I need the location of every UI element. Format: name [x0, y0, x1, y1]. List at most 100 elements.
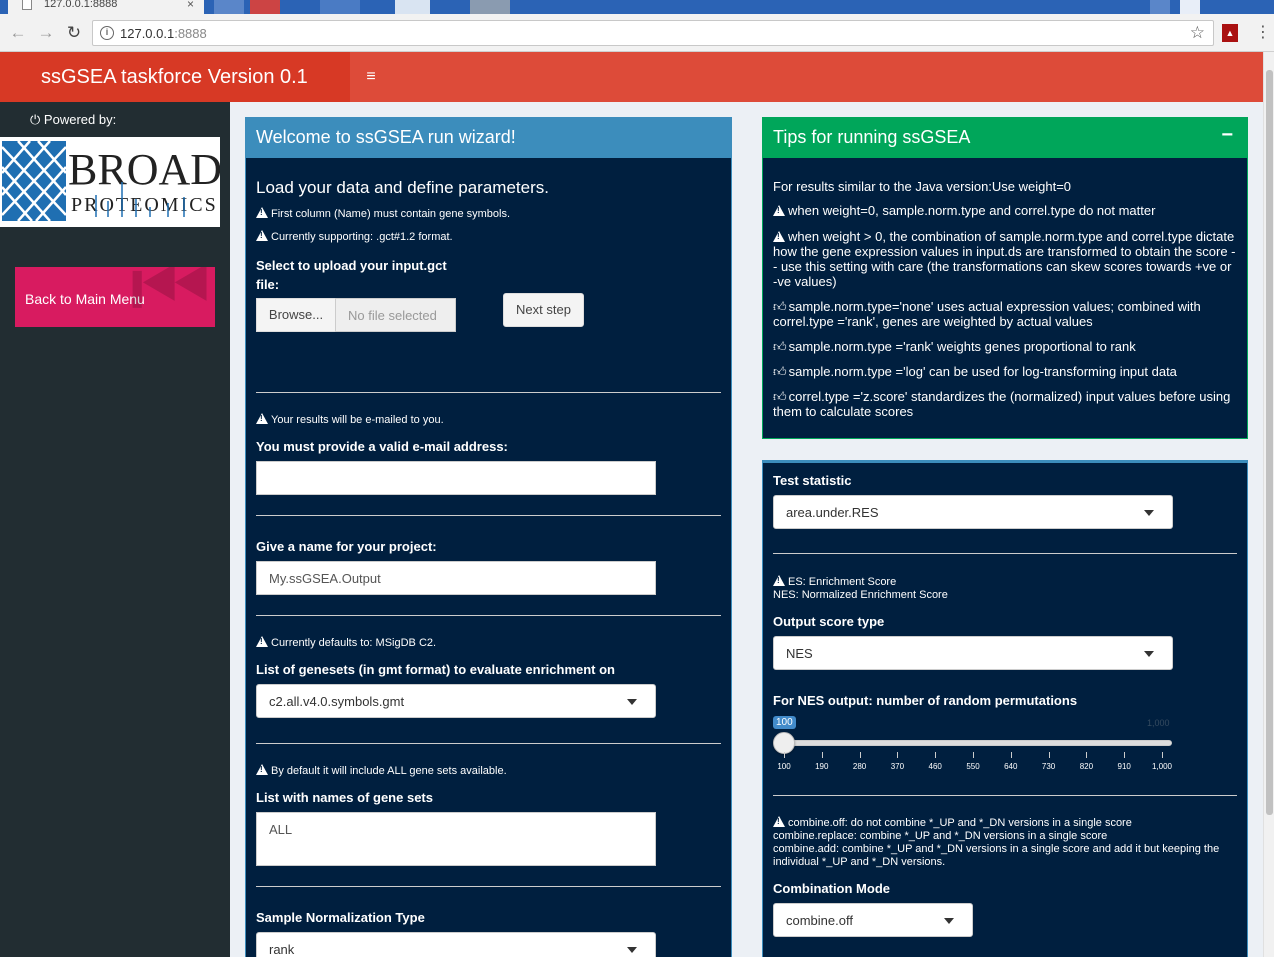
power-icon: ⏻: [30, 112, 41, 127]
combination-mode-select[interactable]: combine.off: [773, 903, 973, 937]
slider-tick-label: 190: [815, 762, 829, 771]
warning-icon: [773, 205, 785, 216]
tip-norm-log: 👍︎ sample.norm.type ='log' can be used fo…: [773, 364, 1177, 379]
svg-text:BROAD: BROAD: [68, 145, 220, 194]
forward-arrow-icon[interactable]: →: [36, 23, 56, 43]
divider: [256, 886, 721, 887]
slider-tick-mark: [897, 752, 899, 758]
slider-tick-label: 1,000: [1151, 762, 1173, 771]
warning-icon: [773, 575, 785, 586]
address-bar[interactable]: i 127.0.0.1:8888 ☆: [92, 20, 1214, 46]
output-score-label: Output score type: [773, 614, 885, 629]
warning-icon: [256, 764, 268, 775]
desktop-icon: [250, 0, 280, 14]
desktop-icon: [320, 0, 360, 14]
slider-tick-mark: [973, 752, 974, 758]
warning-icon: [773, 231, 785, 242]
file-name-field: No file selected: [335, 298, 456, 332]
powered-by: ⏻ Powered by:: [30, 112, 117, 127]
slider-tick-label: 640: [1004, 762, 1018, 771]
test-statistic-select[interactable]: area.under.RES: [773, 495, 1173, 529]
page-scrollbar[interactable]: [1263, 52, 1274, 957]
slider-max-label: 1,000: [1147, 718, 1170, 728]
tab-close-icon[interactable]: ×: [187, 0, 194, 11]
back-arrow-icon[interactable]: ←: [8, 23, 28, 43]
warning-icon: [256, 230, 268, 241]
note-email: Your results will be e-mailed to you.: [256, 413, 444, 426]
thumbs-up-icon: 👍︎: [773, 339, 787, 354]
collapse-icon[interactable]: −: [1221, 124, 1233, 147]
tips-box: Tips for running ssGSEA − For results si…: [762, 117, 1248, 439]
slider-tick-label: 730: [1041, 762, 1056, 771]
gene-set-names-textarea[interactable]: ALL: [256, 812, 656, 866]
browser-tabstrip: 127.0.0.1:8888 ×: [0, 0, 1274, 14]
slider-value-label: 100: [773, 716, 796, 729]
slider-tick-label: 460: [928, 762, 942, 771]
es-note: ES: Enrichment ScoreNES: Normalized Enri…: [773, 575, 948, 602]
window-control-icon[interactable]: [1150, 0, 1170, 14]
app-title: ssGSEA taskforce Version 0.1: [0, 52, 350, 102]
genesets-label: List of genesets (in gmt format) to eval…: [256, 662, 615, 677]
normalization-select[interactable]: rank: [256, 932, 656, 957]
tip-norm-none: 👍︎ sample.norm.type='none' uses actual ex…: [773, 299, 1201, 329]
warning-icon: [256, 636, 268, 647]
note-defaults: Currently defaults to: MSigDB C2.: [256, 636, 436, 649]
page-icon: [22, 0, 32, 10]
tips-header: Tips for running ssGSEA −: [763, 118, 1247, 158]
slider-tick-mark: [859, 752, 861, 758]
tip-java: For results similar to the Java version:…: [773, 179, 1072, 194]
chevron-down-icon: [944, 918, 954, 924]
sidebar: ⏻ Powered by: BROAD PROTEOMICS Back to M…: [0, 102, 230, 957]
browser-menu-icon[interactable]: ⋮: [1255, 23, 1271, 43]
browser-tab[interactable]: 127.0.0.1:8888 ×: [8, 0, 204, 14]
window-control-icon[interactable]: [1180, 0, 1200, 14]
slider-tick-mark: [1162, 752, 1163, 758]
slider-tick-mark: [1048, 752, 1050, 758]
project-name-field[interactable]: My.ssGSEA.Output: [256, 561, 656, 595]
warning-icon: [773, 816, 785, 827]
slider-tick-mark: [1086, 752, 1088, 758]
svg-text:PROTEOMICS: PROTEOMICS: [71, 194, 218, 216]
reload-icon[interactable]: ↻: [64, 23, 84, 43]
scrollbar-thumb[interactable]: [1266, 70, 1273, 815]
divider: [256, 743, 721, 744]
bookmark-star-icon[interactable]: ☆: [1190, 23, 1205, 43]
thumbs-up-icon: 👍︎: [773, 364, 787, 379]
divider: [256, 392, 721, 393]
back-button-label: Back to Main Menu: [25, 291, 145, 307]
chevron-down-icon: [1144, 651, 1154, 657]
note-format: Currently supporting: .gct#1.2 format.: [256, 230, 453, 243]
divider: [773, 553, 1237, 554]
warning-icon: [256, 207, 268, 218]
slider-tick-label: 370: [890, 762, 905, 771]
output-score-select[interactable]: NES: [773, 636, 1173, 670]
desktop-icon: [395, 0, 430, 14]
divider: [256, 615, 721, 616]
browse-button[interactable]: Browse...: [256, 298, 336, 332]
slider-tick-label: 100: [777, 762, 791, 771]
slider-tick-mark: [935, 752, 937, 758]
info-icon[interactable]: i: [100, 26, 114, 40]
pdf-extension-icon[interactable]: ▲: [1222, 24, 1238, 42]
tip-weight-positive: when weight > 0, the combination of samp…: [773, 229, 1239, 289]
chevron-down-icon: [627, 699, 637, 705]
permutations-slider-track[interactable]: [784, 740, 1172, 746]
normalization-label: Sample Normalization Type: [256, 910, 425, 925]
next-step-button[interactable]: Next step: [503, 293, 584, 327]
permutations-slider-handle[interactable]: [773, 732, 795, 754]
email-label: You must provide a valid e-mail address:: [256, 439, 508, 454]
browser-toolbar: ← → ↻ i 127.0.0.1:8888 ☆ ▲ ⋮: [0, 14, 1274, 52]
slider-tick-mark: [821, 752, 823, 758]
app-header: ssGSEA taskforce Version 0.1 ≡: [0, 52, 1263, 102]
slider-tick-mark: [784, 752, 785, 758]
thumbs-up-icon: 👍︎: [773, 299, 787, 314]
email-field[interactable]: [256, 461, 656, 495]
genesets-select[interactable]: c2.all.v4.0.symbols.gmt: [256, 684, 656, 718]
wizard-title: Welcome to ssGSEA run wizard!: [246, 118, 731, 158]
inactive-tab[interactable]: [214, 0, 244, 14]
sidebar-toggle-icon[interactable]: ≡: [350, 52, 392, 102]
wizard-subtitle: Load your data and define parameters.: [256, 178, 549, 197]
upload-label: Select to upload your input.gct file:: [256, 258, 447, 292]
back-to-main-menu-button[interactable]: Back to Main Menu ⏮: [15, 267, 215, 327]
project-label: Give a name for your project:: [256, 539, 437, 554]
